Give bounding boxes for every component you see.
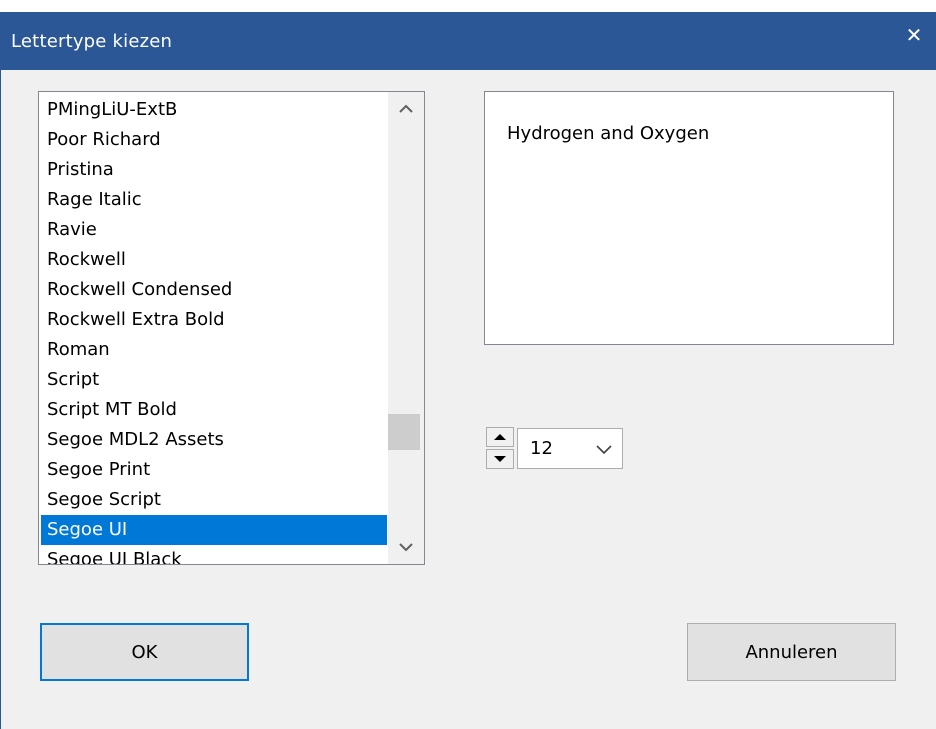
font-list-item[interactable]: Segoe MDL2 Assets — [41, 425, 387, 455]
close-icon: ✕ — [905, 23, 923, 47]
preview-text: Hydrogen and Oxygen — [507, 123, 710, 144]
title-bar[interactable]: Lettertype kiezen ✕ — [1, 12, 936, 70]
list-scrollbar[interactable] — [388, 92, 424, 564]
font-list-item[interactable]: Script MT Bold — [41, 395, 387, 425]
size-decrease-button[interactable] — [486, 449, 514, 469]
font-list-item[interactable]: Rockwell Extra Bold — [41, 305, 387, 335]
font-list-item[interactable]: Segoe Print — [41, 455, 387, 485]
font-list-item[interactable]: Roman — [41, 335, 387, 365]
scroll-thumb[interactable] — [388, 414, 420, 450]
triangle-down-icon — [494, 456, 506, 462]
font-list-items: PMingLiU-ExtB Poor Richard Pristina Rage It… — [41, 95, 387, 564]
scroll-down-button[interactable] — [388, 530, 424, 564]
chevron-up-icon — [399, 104, 413, 113]
scroll-up-button[interactable] — [388, 92, 424, 126]
triangle-up-icon — [494, 434, 506, 440]
ok-button[interactable]: OK — [40, 623, 249, 681]
font-list-item[interactable]: Script — [41, 365, 387, 395]
font-list-item[interactable]: Rockwell Condensed — [41, 275, 387, 305]
size-dropdown[interactable]: 12 — [517, 428, 623, 469]
cancel-button[interactable]: Annuleren — [687, 623, 896, 681]
window-title: Lettertype kiezen — [11, 31, 173, 52]
font-list-item[interactable]: Rockwell — [41, 245, 387, 275]
close-button[interactable]: ✕ — [891, 12, 936, 58]
font-list-item[interactable]: Segoe Script — [41, 485, 387, 515]
font-list-item[interactable]: Pristina — [41, 155, 387, 185]
size-increase-button[interactable] — [486, 427, 514, 447]
font-list-item[interactable]: Ravie — [41, 215, 387, 245]
size-spinner — [486, 427, 514, 469]
font-list-item[interactable]: PMingLiU-ExtB — [41, 95, 387, 125]
size-value: 12 — [530, 438, 553, 459]
chevron-down-icon — [399, 543, 413, 552]
font-listbox[interactable]: PMingLiU-ExtB Poor Richard Pristina Rage It… — [38, 91, 425, 565]
font-list-item[interactable]: Segoe UI Black — [41, 545, 387, 564]
chevron-down-icon — [596, 445, 612, 455]
font-list-item[interactable]: Segoe UI — [41, 515, 387, 545]
font-list-item[interactable]: Poor Richard — [41, 125, 387, 155]
font-list-item[interactable]: Rage Italic — [41, 185, 387, 215]
font-preview: Hydrogen and Oxygen — [484, 91, 894, 345]
font-dialog: Lettertype kiezen ✕ PMingLiU-ExtB Poor Ri… — [0, 12, 936, 729]
